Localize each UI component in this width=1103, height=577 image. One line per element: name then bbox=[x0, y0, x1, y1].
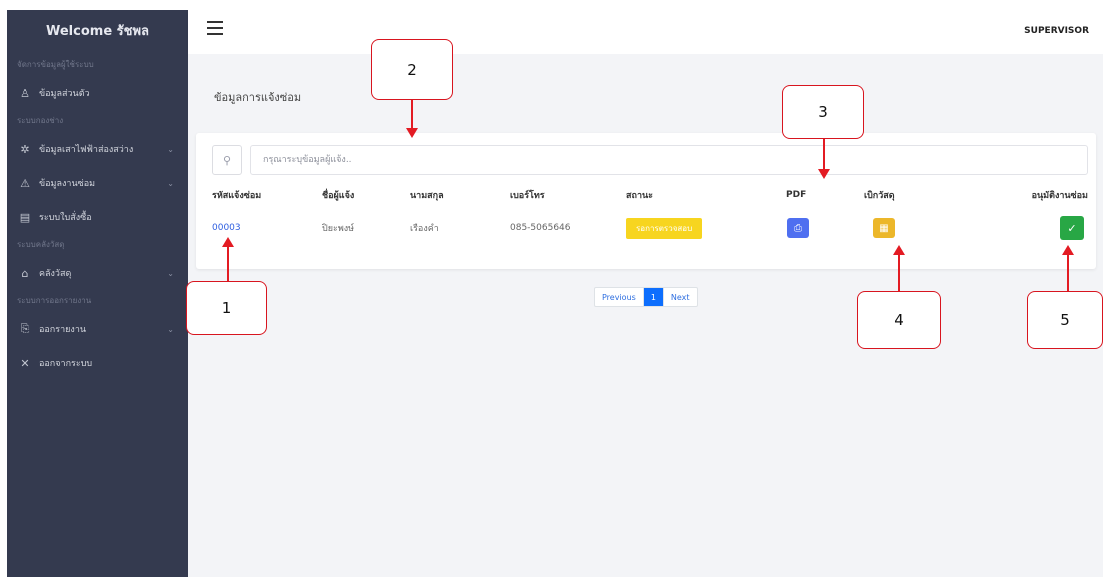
annotation-box-4: 4 bbox=[857, 291, 941, 349]
search-icon[interactable]: ⚲ bbox=[212, 145, 242, 175]
sidebar-item-label: ออกจากระบบ bbox=[39, 359, 93, 369]
sidebar-item-streetlights[interactable]: ✲ ข้อมูลเสาไฟฟ้าส่องสว่าง ⌄ bbox=[7, 132, 188, 166]
sidebar-item-label: ระบบใบสั่งซื้อ bbox=[39, 213, 92, 223]
annotation-arrow-4 bbox=[893, 245, 905, 291]
annotation-box-1: 1 bbox=[186, 281, 267, 335]
check-icon: ✓ bbox=[1067, 221, 1077, 235]
sidebar-title: Welcome รัชพล bbox=[45, 24, 150, 39]
header-status: สถานะ bbox=[626, 191, 653, 201]
pdf-print-button[interactable]: ⎙ bbox=[787, 218, 809, 238]
sidebar-section-heading: ระบบคลังวัสดุ bbox=[17, 240, 65, 249]
cell-phone: 085-5065646 bbox=[510, 223, 571, 233]
sidebar-item-reports[interactable]: ⎘ ออกรายงาน ⌄ bbox=[7, 312, 188, 346]
table-header: รหัสแจ้งซ่อม ชื่อผู้แจ้ง นามสกุล เบอร์โท… bbox=[212, 183, 1088, 207]
report-icon: ⎘ bbox=[20, 322, 30, 335]
pagination-previous[interactable]: Previous bbox=[595, 288, 644, 306]
repair-id-link[interactable]: 00003 bbox=[212, 223, 241, 233]
search-input[interactable] bbox=[250, 145, 1088, 175]
home-icon: ⌂ bbox=[21, 266, 29, 280]
header-pdf: PDF bbox=[786, 190, 807, 200]
annotation-arrow-3 bbox=[818, 139, 830, 179]
cart-icon: ▦ bbox=[879, 222, 889, 234]
page-title: ข้อมูลการแจ้งซ่อม bbox=[214, 91, 302, 104]
cell-surname: เรืองคำ bbox=[410, 224, 439, 234]
pagination-page-1[interactable]: 1 bbox=[643, 288, 664, 306]
sun-icon: ✲ bbox=[20, 142, 30, 156]
sidebar-section-heading: จัดการข้อมูลผู้ใช้ระบบ bbox=[17, 60, 94, 69]
user-icon: ♙ bbox=[20, 86, 30, 100]
chevron-down-icon: ⌄ bbox=[167, 144, 174, 154]
search-bar: ⚲ bbox=[212, 145, 1088, 175]
printer-icon: ⎙ bbox=[794, 222, 802, 234]
document-icon: ▤ bbox=[19, 210, 31, 224]
sidebar-item-profile[interactable]: ♙ ข้อมูลส่วนตัว bbox=[7, 76, 188, 110]
user-role: SUPERVISOR bbox=[1024, 26, 1089, 36]
table-row: 00003 ปิยะพงษ์ เรืองคำ 085-5065646 รอการ… bbox=[212, 213, 1088, 243]
pagination: Previous 1 Next bbox=[594, 287, 698, 307]
header-surname: นามสกุล bbox=[410, 191, 444, 201]
withdraw-materials-button[interactable]: ▦ bbox=[873, 218, 895, 238]
sidebar-item-repairs[interactable]: ⚠ ข้อมูลงานซ่อม ⌄ bbox=[7, 166, 188, 200]
annotation-box-5: 5 bbox=[1027, 291, 1103, 349]
chevron-down-icon: ⌄ bbox=[167, 178, 174, 188]
sidebar-section-heading: ระบบกองช่าง bbox=[17, 116, 64, 125]
header-id: รหัสแจ้งซ่อม bbox=[212, 191, 262, 201]
repair-list-card: ⚲ รหัสแจ้งซ่อม ชื่อผู้แจ้ง นามสกุล เบอร์… bbox=[196, 133, 1096, 269]
header-withdraw: เบิกวัสดุ bbox=[864, 191, 895, 201]
top-bar: SUPERVISOR bbox=[188, 10, 1103, 54]
sidebar-item-label: ข้อมูลงานซ่อม bbox=[39, 179, 96, 189]
annotation-arrow-5 bbox=[1062, 245, 1074, 291]
annotation-arrow-2 bbox=[406, 100, 418, 138]
header-phone: เบอร์โทร bbox=[510, 191, 545, 201]
main-content: ข้อมูลการแจ้งซ่อม ⚲ รหัสแจ้งซ่อม ชื่อผู้… bbox=[188, 54, 1103, 577]
header-approve: อนุมัติงานซ่อม bbox=[1031, 191, 1088, 201]
annotation-arrow-1 bbox=[222, 237, 234, 281]
sidebar-item-label: ออกรายงาน bbox=[39, 325, 87, 335]
sidebar-item-warehouse[interactable]: ⌂ คลังวัสดุ ⌄ bbox=[7, 256, 188, 290]
annotation-box-3: 3 bbox=[782, 85, 864, 139]
chevron-down-icon: ⌄ bbox=[167, 268, 174, 278]
pagination-next[interactable]: Next bbox=[664, 288, 697, 306]
menu-icon[interactable] bbox=[207, 21, 223, 35]
sidebar-item-purchase-orders[interactable]: ▤ ระบบใบสั่งซื้อ bbox=[7, 200, 188, 234]
approve-repair-button[interactable]: ✓ bbox=[1060, 216, 1084, 240]
header-name: ชื่อผู้แจ้ง bbox=[322, 191, 355, 201]
sidebar-item-label: ข้อมูลเสาไฟฟ้าส่องสว่าง bbox=[39, 145, 134, 155]
cell-name: ปิยะพงษ์ bbox=[322, 224, 355, 234]
sidebar: Welcome รัชพล จัดการข้อมูลผู้ใช้ระบบ ♙ ข… bbox=[7, 10, 188, 577]
sidebar-item-label: ข้อมูลส่วนตัว bbox=[39, 89, 90, 99]
annotation-box-2: 2 bbox=[371, 39, 453, 100]
close-icon: ✕ bbox=[20, 356, 30, 370]
warning-icon: ⚠ bbox=[20, 176, 30, 190]
sidebar-section-heading: ระบบการออกรายงาน bbox=[17, 296, 92, 305]
status-badge: รอการตรวจสอบ bbox=[626, 217, 703, 239]
sidebar-item-label: คลังวัสดุ bbox=[39, 269, 72, 279]
chevron-down-icon: ⌄ bbox=[167, 324, 174, 334]
sidebar-item-logout[interactable]: ✕ ออกจากระบบ bbox=[7, 346, 188, 380]
